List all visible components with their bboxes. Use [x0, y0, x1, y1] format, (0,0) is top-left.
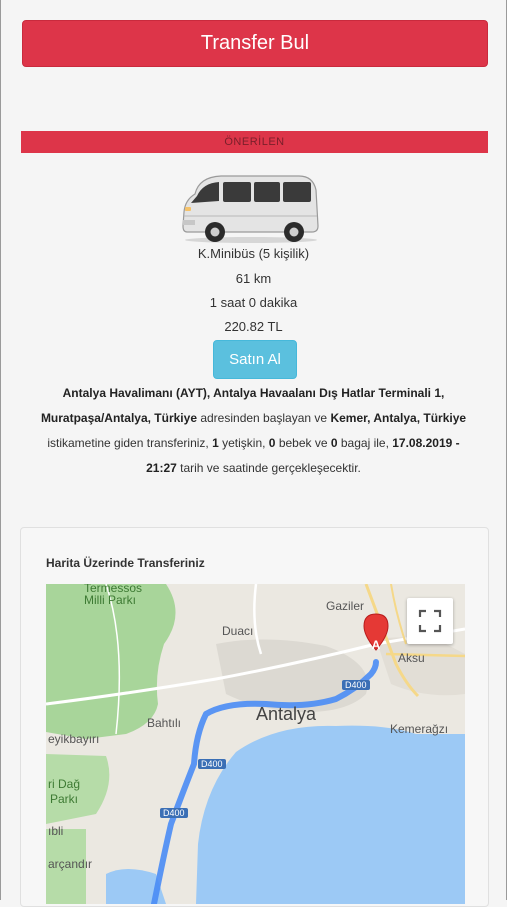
road-label-d400: D400	[198, 759, 226, 769]
map-label-gaziler: Gaziler	[326, 599, 365, 613]
summary-adults: 1	[212, 436, 219, 450]
summary-destination: Kemer, Antalya, Türkiye	[330, 411, 467, 425]
vehicle-name: K.Minibüs (5 kişilik)	[197, 246, 310, 261]
road-label-d400: D400	[160, 808, 188, 818]
map-canvas[interactable]	[46, 584, 465, 904]
find-transfer-button[interactable]: Transfer Bul	[22, 20, 488, 67]
summary-text: bagaj ile,	[337, 436, 393, 450]
map-label-bahtili: Bahtılı	[147, 716, 182, 730]
map-label-milli-parki: Milli Parkı	[84, 593, 137, 607]
price: 220.82 TL	[224, 319, 283, 334]
duration: 1 saat 0 dakika	[209, 295, 298, 310]
map-label-parki: Parkı	[50, 792, 79, 806]
fullscreen-icon	[418, 609, 442, 633]
map-title: Harita Üzerinde Transferiniz	[46, 556, 205, 570]
map-label-antalya: Antalya	[256, 704, 317, 724]
map-label-carcandir: arçandır	[48, 857, 93, 871]
map-label-beyikbayiri: eyikbayırı	[48, 732, 100, 746]
summary-text: yetişkin,	[218, 436, 269, 450]
summary-bags: 0	[330, 436, 338, 450]
map-label-aksu: Aksu	[398, 651, 425, 665]
summary-text: adresinden başlayan ve	[197, 411, 331, 425]
summary-text: bebek ve	[275, 436, 331, 450]
distance: 61 km	[235, 271, 272, 286]
map-label-ri-dag: ri Dağ	[48, 777, 81, 791]
buy-button[interactable]: Satın Al	[213, 340, 297, 379]
transfer-summary: Antalya Havalimanı (AYT), Antalya Havaal…	[40, 381, 467, 481]
summary-text: istikametine giden transferiniz,	[47, 436, 213, 450]
map-marker[interactable]: A	[369, 638, 383, 652]
recommended-banner: ÖNERİLEN	[21, 131, 488, 153]
map-label-ibli: ıbli	[48, 824, 64, 838]
fullscreen-button[interactable]	[407, 598, 453, 644]
map-panel: Harita Üzerinde Transferiniz Termessos M…	[20, 527, 489, 907]
minibus-icon	[182, 175, 319, 243]
map-label-duaci: Duacı	[222, 624, 254, 638]
road-label-d400: D400	[342, 680, 370, 690]
map-label-kemeragzi: Kemerağzı	[390, 722, 449, 736]
frame-left-border	[0, 0, 1, 900]
route-map[interactable]: Termessos Milli Parkı Gaziler Duacı Aksu…	[46, 584, 465, 904]
summary-text: tarih ve saatinde gerçekleşecektir.	[176, 461, 361, 475]
